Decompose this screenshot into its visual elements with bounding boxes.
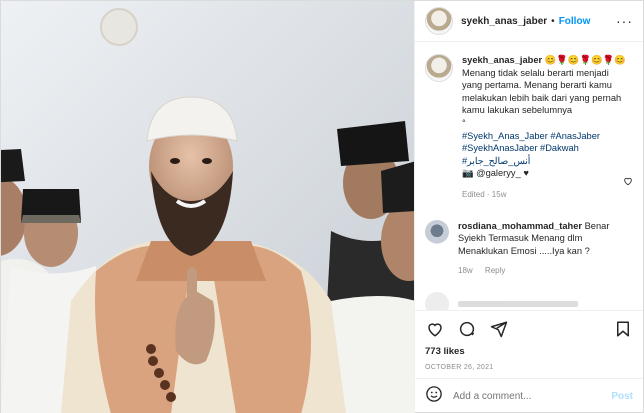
post-comment-button[interactable]: Post — [611, 391, 633, 402]
caption-line: ° — [462, 117, 466, 128]
hashtag-link[interactable]: #SyekhAnasJaber #Dakwah — [462, 142, 633, 155]
comments-area[interactable]: syekh_anas_jaber 😊🌹😊🌹😊🌹😊 Menang tidak se… — [415, 42, 643, 310]
bookmark-icon[interactable] — [613, 319, 633, 339]
photo-illustration — [1, 1, 414, 413]
comment-input[interactable] — [453, 391, 612, 402]
comment-like-icon[interactable] — [623, 176, 633, 186]
reply-button[interactable]: Reply — [485, 266, 505, 275]
caption-meta: Edited · 15w — [462, 189, 507, 199]
commenter-username[interactable]: rosdiana_mohammad_taher — [458, 221, 582, 231]
post-date: OCTOBER 26, 2021 — [425, 364, 494, 371]
separator-dot: • — [551, 15, 555, 27]
comment-icon[interactable] — [457, 319, 477, 339]
caption-line: kamu lakukan sebelumnya — [462, 105, 573, 116]
post-photo[interactable] — [1, 1, 414, 413]
hashtag-link[interactable]: #أنس_صالح_جابر — [462, 155, 633, 168]
post-header: syekh_anas_jaber • Follow ··· — [415, 1, 643, 42]
commenter-avatar[interactable] — [425, 219, 449, 244]
caption-line: Menang tidak selalu berarti menjadi — [462, 67, 609, 78]
author-username[interactable]: syekh_anas_jaber — [461, 16, 547, 27]
share-icon[interactable] — [489, 319, 509, 339]
caption-avatar[interactable] — [425, 54, 453, 82]
next-comment-partial — [425, 291, 633, 310]
caption-username[interactable]: syekh_anas_jaber — [462, 55, 542, 65]
hashtag-link[interactable]: #Syekh_Anas_Jaber #AnasJaber — [462, 130, 633, 143]
post-side-panel: syekh_anas_jaber • Follow ··· syekh_anas… — [414, 1, 643, 413]
photo-credit[interactable]: 📷 @galeryy_ ♥ — [462, 167, 633, 180]
caption-line: melakukan lebih baik dari yang pernah — [462, 92, 622, 103]
caption-emojis: 😊🌹😊🌹😊🌹😊 — [544, 55, 626, 65]
comment-time: 18w — [458, 266, 473, 276]
caption-body: syekh_anas_jaber 😊🌹😊🌹😊🌹😊 Menang tidak se… — [462, 54, 633, 202]
heart-icon[interactable] — [425, 319, 445, 339]
add-comment-bar: Post — [415, 378, 643, 413]
caption: syekh_anas_jaber 😊🌹😊🌹😊🌹😊 Menang tidak se… — [425, 54, 633, 202]
follow-button[interactable]: Follow — [559, 16, 591, 27]
comment-body: rosdiana_mohammad_taher Benar Syiekh Ter… — [458, 220, 628, 278]
more-icon[interactable]: ··· — [616, 13, 633, 29]
commenter-avatar — [425, 291, 449, 310]
caption-line: yang pertama. Menang berarti kamu — [462, 80, 612, 91]
action-bar — [415, 310, 643, 346]
comment-item: rosdiana_mohammad_taher Benar Syiekh Ter… — [425, 177, 633, 278]
likes-count[interactable]: 773 likes — [415, 346, 643, 362]
comment-placeholder — [458, 300, 578, 307]
emoji-icon[interactable] — [425, 385, 443, 408]
author-avatar[interactable] — [425, 7, 453, 35]
comment-meta: 18w Reply — [458, 265, 628, 278]
instagram-post: syekh_anas_jaber • Follow ··· syekh_anas… — [0, 0, 644, 413]
